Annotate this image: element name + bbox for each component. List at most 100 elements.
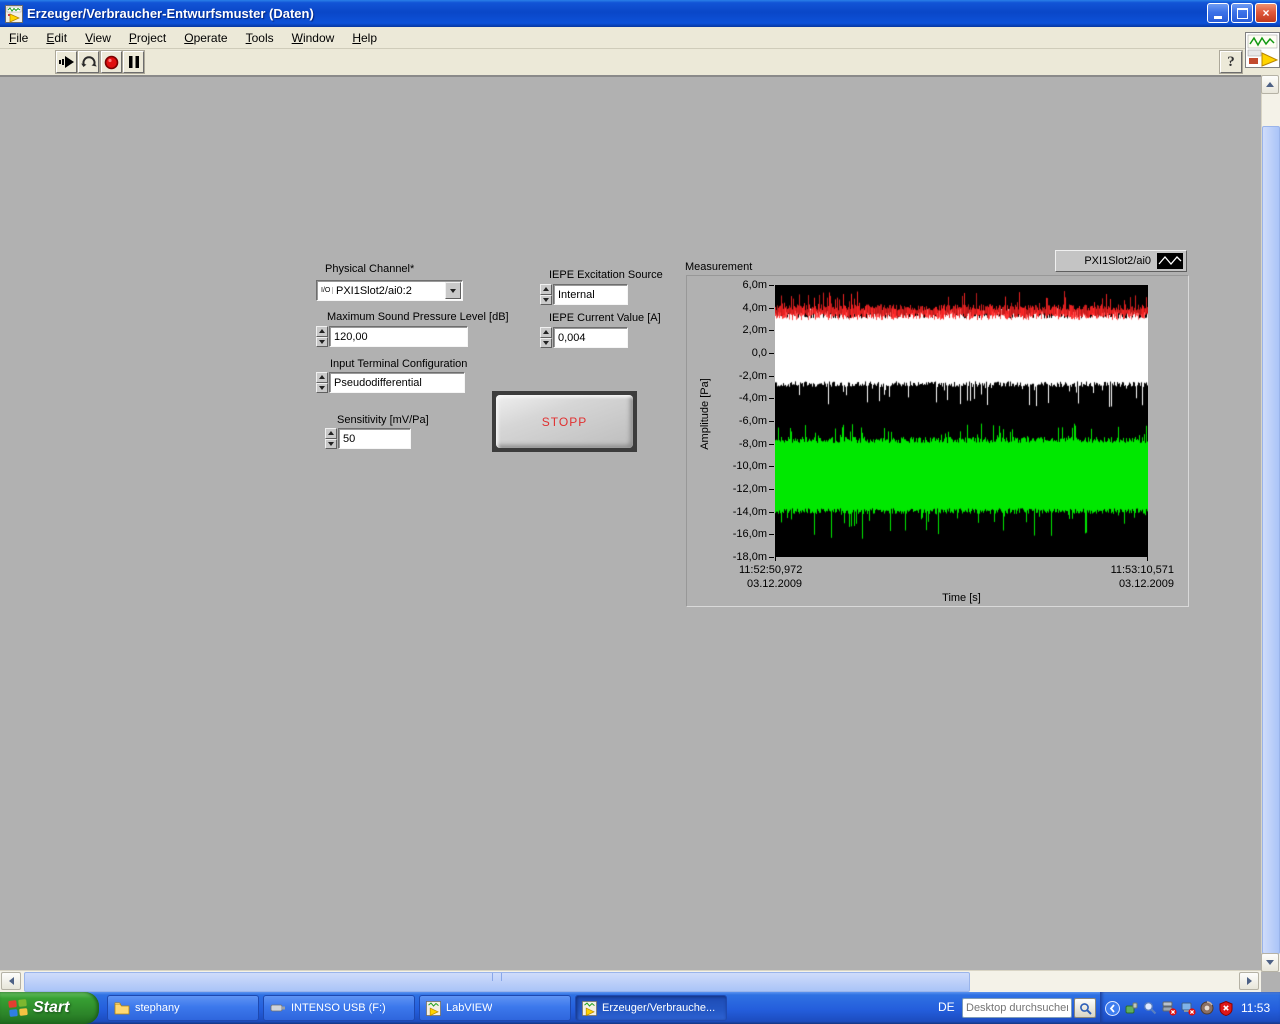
windows-taskbar: Start stephany INTENSO USB (F:) LabVIEW bbox=[0, 992, 1280, 1024]
security-alert-shield-icon[interactable] bbox=[1218, 1000, 1234, 1016]
y-axis-tick-mark bbox=[769, 489, 774, 490]
labview-icon bbox=[582, 1000, 597, 1016]
x-axis-tick-mark bbox=[1147, 557, 1148, 561]
menu-project[interactable]: Project bbox=[120, 29, 175, 47]
decrement-button[interactable] bbox=[540, 337, 552, 348]
search-button[interactable] bbox=[1074, 998, 1096, 1018]
start-button[interactable]: Start bbox=[0, 992, 99, 1024]
x-axis-end-time: 11:53:10,571 bbox=[1110, 564, 1174, 576]
horizontal-scroll-thumb[interactable] bbox=[24, 972, 970, 992]
context-help-button[interactable]: ? bbox=[1220, 51, 1242, 73]
max-sound-pressure-label: Maximum Sound Pressure Level [dB] bbox=[327, 311, 509, 323]
iepe-source-field[interactable]: Internal bbox=[553, 284, 628, 305]
scroll-up-button[interactable] bbox=[1261, 75, 1279, 94]
max-sound-pressure-spinner[interactable] bbox=[316, 326, 328, 347]
chart-title: Measurement bbox=[685, 261, 753, 273]
increment-button[interactable] bbox=[316, 326, 328, 337]
decrement-button[interactable] bbox=[540, 294, 552, 305]
run-button[interactable] bbox=[56, 51, 77, 73]
increment-button[interactable] bbox=[540, 284, 552, 295]
scroll-down-button[interactable] bbox=[1261, 953, 1279, 972]
menu-tools[interactable]: Tools bbox=[237, 29, 283, 47]
minimize-button[interactable] bbox=[1207, 3, 1229, 23]
input-terminal-spinner[interactable] bbox=[316, 372, 328, 393]
scroll-left-button[interactable] bbox=[1, 972, 21, 990]
menu-view[interactable]: View bbox=[76, 29, 120, 47]
scroll-grip bbox=[492, 973, 502, 981]
iepe-current-field[interactable]: 0,004 bbox=[553, 327, 628, 348]
x-axis-tick-mark bbox=[775, 557, 776, 561]
iepe-source-spinner[interactable] bbox=[540, 284, 552, 305]
increment-button[interactable] bbox=[540, 327, 552, 338]
menu-help[interactable]: Help bbox=[343, 29, 386, 47]
language-indicator[interactable]: DE bbox=[938, 1000, 955, 1014]
desktop-search-input[interactable] bbox=[962, 998, 1072, 1018]
iepe-source-value: Internal bbox=[558, 288, 595, 301]
plot-area[interactable] bbox=[775, 285, 1148, 557]
taskbar-button-labview[interactable]: LabVIEW bbox=[419, 995, 571, 1021]
decrement-button[interactable] bbox=[316, 382, 328, 393]
sensitivity-field[interactable]: 50 bbox=[338, 428, 411, 449]
tray-magnifier-icon[interactable] bbox=[1142, 1000, 1158, 1016]
folder-icon bbox=[114, 1002, 130, 1015]
iepe-source-label: IEPE Excitation Source bbox=[549, 269, 663, 281]
x-axis-end-date: 03.12.2009 bbox=[1118, 578, 1174, 590]
down-arrow-icon bbox=[319, 339, 325, 344]
physical-channel-combo[interactable]: I/O PXI1Slot2/ai0:2 bbox=[316, 280, 463, 301]
vertical-scroll-thumb[interactable] bbox=[1262, 126, 1280, 954]
window-title: Erzeuger/Verbraucher-Entwurfsmuster (Dat… bbox=[27, 6, 314, 21]
menu-window[interactable]: Window bbox=[283, 29, 344, 47]
up-arrow-icon bbox=[319, 329, 325, 334]
chart-legend[interactable]: PXI1Slot2/ai0 bbox=[1055, 250, 1187, 272]
usb-drive-icon bbox=[270, 1004, 285, 1012]
y-axis-tick-mark bbox=[769, 375, 774, 377]
labview-icon bbox=[426, 1000, 441, 1016]
stop-button[interactable]: STOPP bbox=[492, 391, 637, 452]
y-axis-tick-mark bbox=[769, 466, 774, 468]
restore-button[interactable] bbox=[1231, 3, 1253, 23]
taskbar-button-erzeuger-verbraucher[interactable]: Erzeuger/Verbrauche... bbox=[575, 995, 727, 1021]
pause-icon bbox=[128, 56, 139, 68]
run-continuous-button[interactable] bbox=[78, 51, 99, 73]
tray-audio-icon[interactable] bbox=[1199, 1000, 1215, 1016]
input-terminal-field[interactable]: Pseudodifferential bbox=[329, 372, 465, 393]
y-axis-tick-label: -6,0m bbox=[738, 415, 767, 427]
taskbar-button-stephany[interactable]: stephany bbox=[107, 995, 259, 1021]
pause-button[interactable] bbox=[123, 51, 144, 73]
tray-network-disconnected-icon[interactable] bbox=[1180, 1000, 1196, 1016]
windows-logo-icon bbox=[8, 999, 28, 1017]
vi-icon bbox=[1245, 32, 1280, 68]
decrement-button[interactable] bbox=[325, 438, 337, 449]
max-sound-pressure-field[interactable]: 120,00 bbox=[329, 326, 468, 347]
hide-tray-icons-button[interactable] bbox=[1104, 1000, 1120, 1016]
scroll-right-button[interactable] bbox=[1239, 972, 1259, 990]
tray-server-disconnected-icon[interactable] bbox=[1161, 1000, 1177, 1016]
menu-file[interactable]: File bbox=[0, 29, 37, 47]
down-arrow-icon bbox=[328, 441, 334, 446]
close-button[interactable]: × bbox=[1255, 3, 1277, 23]
menu-operate[interactable]: Operate bbox=[175, 29, 236, 47]
task-label: INTENSO USB (F:) bbox=[291, 1002, 386, 1014]
max-sound-pressure-value: 120,00 bbox=[334, 330, 368, 343]
y-axis-tick-mark bbox=[769, 557, 774, 558]
tray-device-icon[interactable] bbox=[1123, 1000, 1139, 1016]
combo-dropdown-button[interactable] bbox=[445, 282, 461, 299]
y-axis-tick-label: -8,0m bbox=[738, 437, 767, 450]
search-icon bbox=[1079, 1002, 1092, 1015]
input-terminal-label: Input Terminal Configuration bbox=[330, 358, 468, 370]
iepe-current-spinner[interactable] bbox=[540, 327, 552, 348]
stop-button-label: STOPP bbox=[541, 414, 588, 429]
y-axis-tick-label: -4,0m bbox=[738, 392, 767, 405]
down-arrow-icon bbox=[543, 340, 549, 345]
increment-button[interactable] bbox=[325, 428, 337, 439]
decrement-button[interactable] bbox=[316, 336, 328, 347]
stop-button-face: STOPP bbox=[496, 395, 633, 448]
menu-edit[interactable]: Edit bbox=[37, 29, 76, 47]
io-glyph-icon: I/O bbox=[321, 287, 333, 294]
taskbar-button-intenso-usb[interactable]: INTENSO USB (F:) bbox=[263, 995, 415, 1021]
increment-button[interactable] bbox=[316, 372, 328, 383]
abort-button[interactable] bbox=[101, 51, 122, 73]
taskbar-clock[interactable]: 11:53 bbox=[1241, 1001, 1270, 1015]
sensitivity-spinner[interactable] bbox=[325, 428, 337, 449]
system-tray: 11:53 bbox=[1100, 992, 1280, 1024]
